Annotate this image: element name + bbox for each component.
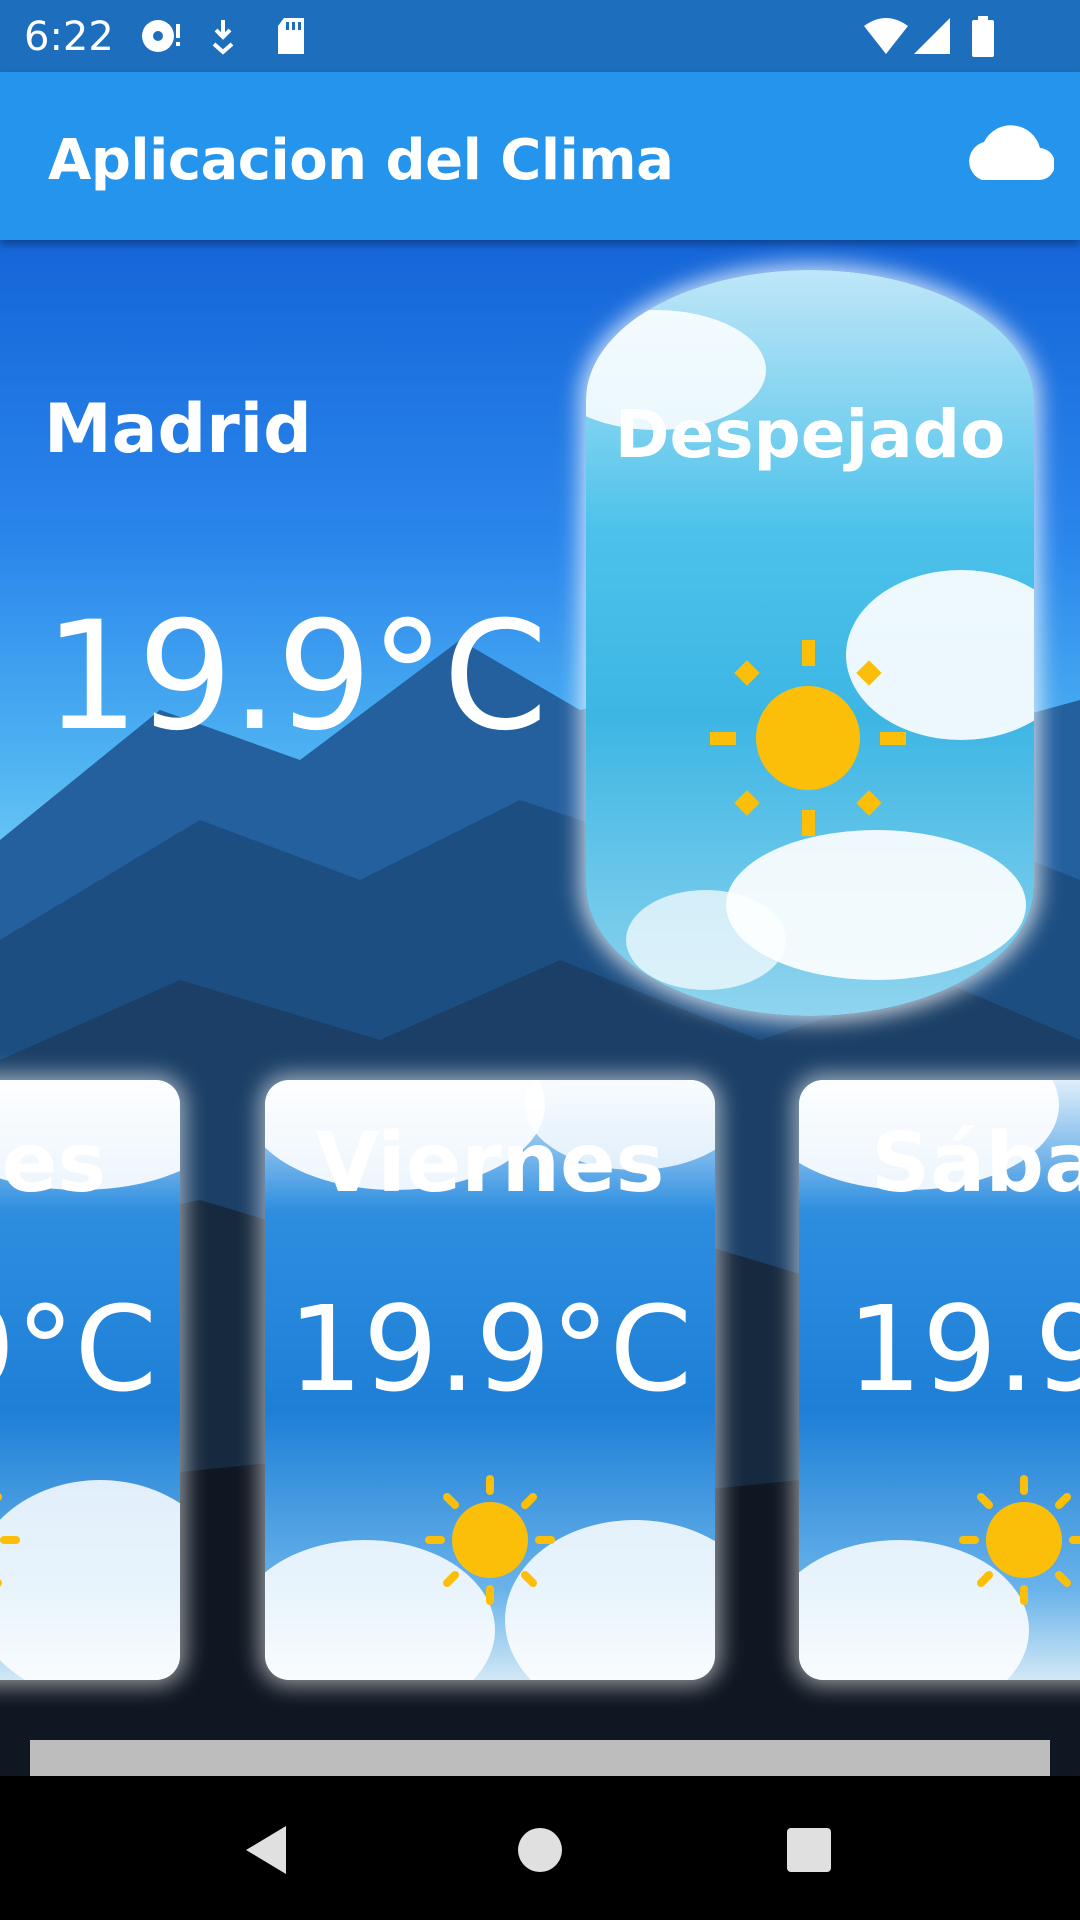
forecast-temperature: 19.9°C [287,1280,693,1418]
forecast-temperature: 19.9°C [0,1280,158,1418]
navigation-bar [0,1776,1080,1920]
app-bar: Aplicacion del Clima [0,72,1080,240]
recents-icon[interactable] [779,1820,839,1880]
forecast-temperature: 19.9°C [847,1280,1080,1418]
cloud-icon[interactable] [960,118,1054,184]
sun-icon [959,1475,1080,1605]
current-temperature: 19.9°C [44,590,548,764]
sun-icon [710,640,906,836]
status-time: 6:22 [24,14,114,60]
media-icon [142,20,180,52]
forecast-card[interactable]: Viernes 19.9°C [265,1080,715,1680]
sun-icon [0,1493,20,1587]
wifi-icon [864,18,908,54]
forecast-day: Viernes [315,1116,665,1211]
forecast-day: Sábado [871,1116,1080,1211]
forecast-card[interactable]: Jueves 19.9°C [0,1080,180,1680]
forecast-day: Jueves [0,1116,107,1211]
status-bar: 6:22 [0,0,1080,72]
cloud-decoration [626,890,786,990]
battery-icon [972,16,994,57]
sun-icon [425,1475,555,1605]
forecast-scrollbar[interactable] [30,1740,1050,1776]
back-icon[interactable] [238,1820,298,1880]
signal-icon [914,18,950,54]
download-icon [212,20,234,55]
condition-text: Despejado [614,396,1006,473]
forecast-card[interactable]: Sábado 19.9°C [799,1080,1080,1680]
condition-card: Despejado [586,270,1034,1016]
cloud-decoration [0,1480,180,1680]
weather-main: Madrid 19.9°C Despejado Jueves 19.9°C [0,240,1080,1776]
city-name: Madrid [44,390,312,469]
sd-card-icon [278,18,304,54]
app-title: Aplicacion del Clima [48,128,674,193]
home-icon[interactable] [510,1820,570,1880]
